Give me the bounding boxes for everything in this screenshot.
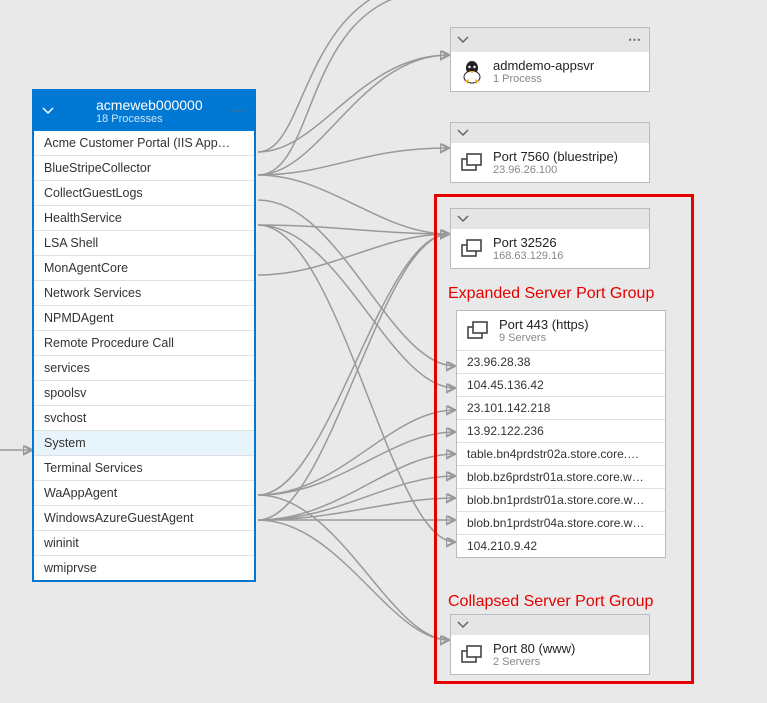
server-row[interactable]: blob.bn1prdstr04a.store.core.w… [457, 511, 665, 534]
annotation-expanded-label: Expanded Server Port Group [448, 285, 654, 303]
server-group-icon [465, 318, 491, 344]
server-title: acmeweb000000 [96, 97, 203, 113]
process-row[interactable]: NPMDAgent [34, 306, 254, 331]
process-row[interactable]: System [34, 431, 254, 456]
node-subtitle: 2 Servers [493, 656, 575, 668]
server-row[interactable]: blob.bn1prdstr01a.store.core.w… [457, 488, 665, 511]
chevron-down-icon[interactable] [457, 213, 469, 225]
chevron-down-icon[interactable] [457, 34, 469, 46]
node-title: admdemo-appsvr [493, 58, 594, 73]
process-row[interactable]: Terminal Services [34, 456, 254, 481]
process-row[interactable]: WindowsAzureGuestAgent [34, 506, 254, 531]
server-row[interactable]: 23.96.28.38 [457, 350, 665, 373]
server-row[interactable]: 13.92.122.236 [457, 419, 665, 442]
chevron-down-icon[interactable] [457, 127, 469, 139]
process-row[interactable]: WaAppAgent [34, 481, 254, 506]
server-node-header[interactable]: acmeweb000000 18 Processes ⋯ [34, 91, 254, 131]
process-row[interactable]: wmiprvse [34, 556, 254, 580]
windows-icon [62, 98, 88, 124]
process-row[interactable]: svchost [34, 406, 254, 431]
process-row[interactable]: LSA Shell [34, 231, 254, 256]
node-title: Port 32526 [493, 235, 563, 250]
port-node-32526[interactable]: Port 32526 168.63.129.16 [450, 208, 650, 269]
process-row[interactable]: MonAgentCore [34, 256, 254, 281]
server-subtitle: 18 Processes [96, 113, 203, 125]
node-subtitle: 1 Process [493, 73, 594, 85]
server-row[interactable]: 104.210.9.42 [457, 534, 665, 557]
server-group-icon [459, 642, 485, 668]
more-icon[interactable]: ⋯ [628, 32, 643, 48]
node-subtitle: 9 Servers [499, 332, 589, 344]
process-row[interactable]: spoolsv [34, 381, 254, 406]
process-row[interactable]: wininit [34, 531, 254, 556]
linux-icon [459, 59, 485, 85]
server-group-icon [459, 150, 485, 176]
process-row[interactable]: Remote Procedure Call [34, 331, 254, 356]
server-group-icon [459, 236, 485, 262]
process-row[interactable]: BlueStripeCollector [34, 156, 254, 181]
process-row[interactable]: CollectGuestLogs [34, 181, 254, 206]
server-node-appsvr[interactable]: ⋯ admdemo-appsvr 1 Process [450, 27, 650, 92]
node-title: Port 80 (www) [493, 641, 575, 656]
port-node-443[interactable]: Port 443 (https) 9 Servers 23.96.28.3810… [456, 310, 666, 558]
server-list: 23.96.28.38104.45.136.4223.101.142.21813… [457, 350, 665, 557]
process-row[interactable]: Network Services [34, 281, 254, 306]
process-row[interactable]: HealthService [34, 206, 254, 231]
process-list: Acme Customer Portal (IIS App…BlueStripe… [34, 131, 254, 580]
node-subtitle: 23.96.26.100 [493, 164, 618, 176]
server-row[interactable]: 104.45.136.42 [457, 373, 665, 396]
chevron-down-icon[interactable] [457, 619, 469, 631]
process-row[interactable]: services [34, 356, 254, 381]
annotation-collapsed-label: Collapsed Server Port Group [448, 593, 653, 611]
more-icon[interactable]: ⋯ [231, 103, 246, 119]
process-row[interactable]: Acme Customer Portal (IIS App… [34, 131, 254, 156]
server-row[interactable]: blob.bz6prdstr01a.store.core.w… [457, 465, 665, 488]
node-title: Port 7560 (bluestripe) [493, 149, 618, 164]
port-node-80[interactable]: Port 80 (www) 2 Servers [450, 614, 650, 675]
server-node-acmeweb[interactable]: acmeweb000000 18 Processes ⋯ Acme Custom… [32, 89, 256, 582]
node-title: Port 443 (https) [499, 317, 589, 332]
server-row[interactable]: 23.101.142.218 [457, 396, 665, 419]
node-subtitle: 168.63.129.16 [493, 250, 563, 262]
chevron-down-icon [42, 105, 54, 117]
server-row[interactable]: table.bn4prdstr02a.store.core.… [457, 442, 665, 465]
port-node-7560[interactable]: Port 7560 (bluestripe) 23.96.26.100 [450, 122, 650, 183]
